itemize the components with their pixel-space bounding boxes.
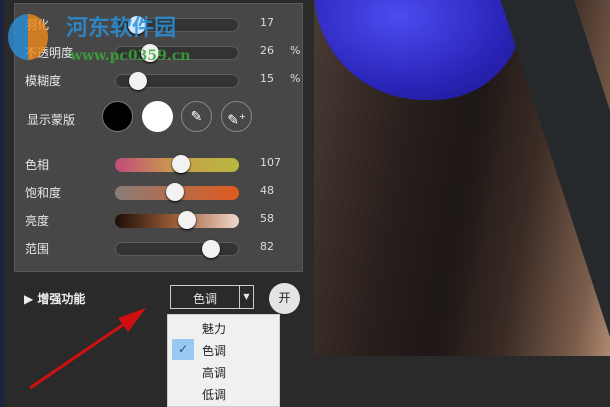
red-arrow-annotation — [29, 308, 146, 390]
